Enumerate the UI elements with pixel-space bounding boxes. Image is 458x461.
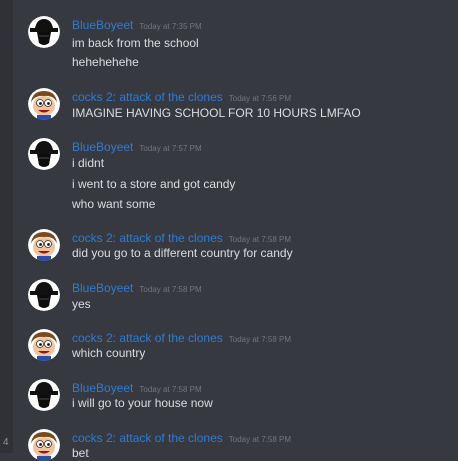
message-text: hehehehehe (72, 55, 139, 69)
message-text: bet (72, 446, 89, 460)
message-text: which country (72, 346, 146, 360)
timestamp: Today at 7:57 PM (139, 144, 202, 153)
message-text: who want some (72, 197, 156, 211)
message-text: did you go to a different country for ca… (72, 246, 293, 260)
message-header: cocks 2: attack of the clones Today at 7:… (72, 229, 291, 245)
message-header: cocks 2: attack of the clones Today at 7:… (72, 429, 291, 445)
message-header: cocks 2: attack of the clones Today at 7:… (72, 329, 291, 345)
username[interactable]: cocks 2: attack of the clones (72, 90, 223, 104)
message-header: cocks 2: attack of the clones Today at 7:… (72, 88, 291, 104)
hat-avatar-icon[interactable] (28, 138, 60, 170)
username[interactable]: BlueBoyeet (72, 381, 133, 395)
message-text: i will go to your house now (72, 396, 213, 410)
timestamp: Today at 7:58 PM (228, 435, 292, 444)
hat-avatar-icon[interactable] (28, 279, 60, 311)
cartoon-face-avatar-icon[interactable] (28, 429, 60, 461)
username[interactable]: cocks 2: attack of the clones (72, 231, 223, 245)
username[interactable]: cocks 2: attack of the clones (72, 431, 223, 445)
message-text: i went to a store and got candy (72, 177, 236, 191)
timestamp: Today at 7:35 PM (139, 22, 202, 31)
username[interactable]: BlueBoyeet (72, 281, 133, 295)
timestamp: Today at 7:56 PM (228, 94, 292, 103)
cartoon-face-avatar-icon[interactable] (28, 329, 60, 361)
username[interactable]: BlueBoyeet (72, 140, 133, 154)
cartoon-face-avatar-icon[interactable] (28, 88, 60, 120)
timestamp: Today at 7:58 PM (139, 385, 202, 394)
message-header: BlueBoyeet Today at 7:57 PM (72, 138, 202, 154)
hat-avatar-icon[interactable] (28, 379, 60, 411)
message-text: i didnt (72, 156, 105, 170)
username[interactable]: BlueBoyeet (72, 18, 133, 32)
timestamp: Today at 7:58 PM (139, 285, 202, 294)
message-text: IMAGINE HAVING SCHOOL FOR 10 HOURS LMFAO (72, 106, 361, 120)
message-feed[interactable]: BlueBoyeet Today at 7:35 PM im back from … (0, 0, 458, 461)
message-text: yes (72, 297, 91, 311)
timestamp: Today at 7:58 PM (228, 235, 292, 244)
message-text: im back from the school (72, 36, 199, 50)
message-header: BlueBoyeet Today at 7:35 PM (72, 16, 202, 32)
cartoon-face-avatar-icon[interactable] (28, 229, 60, 261)
username[interactable]: cocks 2: attack of the clones (72, 331, 223, 345)
message-header: BlueBoyeet Today at 7:58 PM (72, 379, 202, 395)
message-header: BlueBoyeet Today at 7:58 PM (72, 279, 202, 295)
timestamp: Today at 7:58 PM (228, 335, 292, 344)
hat-avatar-icon[interactable] (28, 16, 60, 48)
